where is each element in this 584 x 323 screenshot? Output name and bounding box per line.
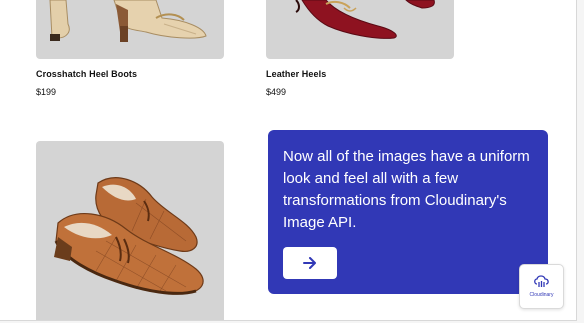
next-button[interactable] [283, 247, 337, 279]
cloudinary-badge[interactable]: Cloudinary [519, 264, 564, 309]
promo-card: Now all of the images have a uniform loo… [268, 130, 548, 294]
cloudinary-badge-label: Cloudinary [529, 292, 554, 298]
heel-boots-illustration [49, 0, 207, 42]
product-price: $499 [266, 87, 287, 97]
product-name[interactable]: Crosshatch Heel Boots [36, 69, 137, 79]
cloudinary-cloud-icon [534, 275, 549, 287]
product-name[interactable]: Leather Heels [266, 69, 326, 79]
promo-text: Now all of the images have a uniform loo… [283, 148, 530, 231]
leather-heels-illustration [295, 0, 435, 39]
product-image-loafers[interactable] [36, 141, 224, 320]
loafers-illustration [54, 177, 204, 295]
product-image-leather-heels[interactable] [266, 0, 454, 59]
product-price: $199 [36, 87, 57, 97]
product-page: Crosshatch Heel Boots $199 Leather Heels… [0, 0, 577, 321]
product-image-heel-boots[interactable] [36, 0, 224, 59]
arrow-right-icon [303, 257, 316, 269]
